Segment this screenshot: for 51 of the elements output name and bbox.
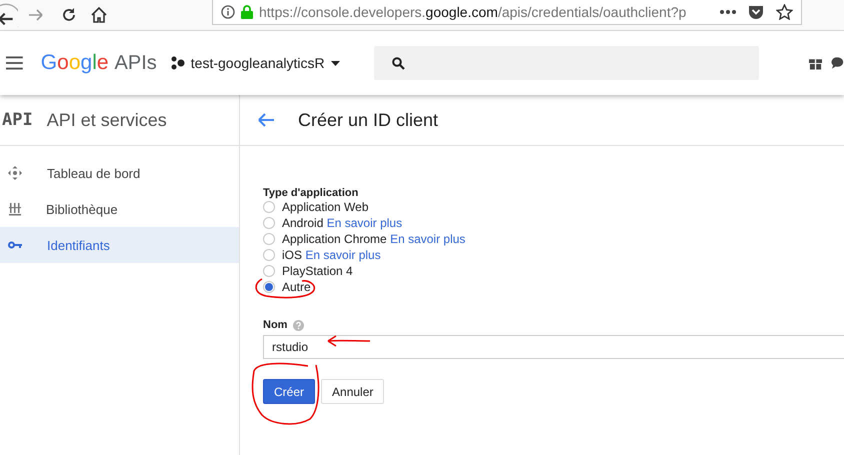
home-icon[interactable]	[90, 6, 108, 24]
option-label: iOS En savoir plus	[282, 248, 381, 262]
dropdown-caret-icon	[330, 60, 340, 66]
reload-icon[interactable]	[60, 6, 78, 24]
create-button[interactable]: Créer	[263, 379, 316, 404]
dashboard-icon	[8, 166, 22, 180]
radio-button[interactable]	[263, 201, 275, 213]
back-icon[interactable]	[0, 3, 18, 27]
url-text: https://console.developers.google.com/apis/credentials/oauthclient?p	[259, 4, 688, 20]
address-bar[interactable]: https://console.developers.google.com/apis/credentials/oauthclient?p	[212, 0, 802, 25]
lock-icon	[241, 5, 253, 19]
field-label: Type d'application	[263, 187, 360, 199]
sidebar-title: API et services	[46, 110, 167, 130]
radio-button[interactable]	[263, 217, 275, 229]
option-label: Autre	[282, 280, 311, 294]
sidebar-item[interactable]: Bibliothèque	[0, 191, 239, 227]
chat-icon[interactable]	[830, 56, 844, 70]
key-icon	[8, 241, 22, 249]
back-button[interactable]	[258, 113, 274, 127]
project-selector[interactable]: test-googleanalyticsR	[170, 55, 340, 71]
option-label: Application Chrome En savoir plus	[282, 232, 466, 246]
learn-more-link[interactable]: En savoir plus	[390, 232, 466, 246]
learn-more-link[interactable]: En savoir plus	[326, 216, 402, 230]
radio-button[interactable]	[263, 265, 275, 277]
radio-button[interactable]	[263, 233, 275, 245]
radio-button[interactable]	[263, 249, 275, 261]
page-title: Créer un ID client	[298, 110, 438, 130]
sidebar-item[interactable]: Tableau de bord	[0, 155, 239, 191]
sidebar-item[interactable]: Identifiants	[0, 227, 239, 263]
api-label: API	[2, 110, 33, 130]
menu-icon[interactable]	[6, 56, 23, 70]
cancel-button[interactable]: Annuler	[321, 379, 384, 404]
name-input[interactable]: rstudio	[263, 335, 844, 359]
option-label: Application Web	[282, 200, 368, 214]
search-icon	[392, 56, 405, 70]
option-label: Android En savoir plus	[282, 216, 402, 230]
field-label: Nom	[263, 319, 288, 331]
library-icon	[9, 202, 21, 216]
annotation-arrow	[327, 335, 371, 347]
back-arrow-icon	[258, 113, 274, 127]
learn-more-link[interactable]: En savoir plus	[305, 248, 381, 262]
option-label: PlayStation 4	[282, 264, 353, 278]
project-icon	[170, 56, 185, 70]
star-icon[interactable]	[776, 4, 793, 20]
more-icon[interactable]	[720, 10, 736, 14]
search-field[interactable]	[374, 46, 759, 80]
google-logo[interactable]: Google	[40, 51, 109, 75]
radio-button[interactable]	[263, 281, 275, 293]
info-icon[interactable]	[221, 5, 235, 19]
pocket-icon[interactable]	[748, 4, 764, 20]
product-name: APIs	[114, 52, 157, 74]
